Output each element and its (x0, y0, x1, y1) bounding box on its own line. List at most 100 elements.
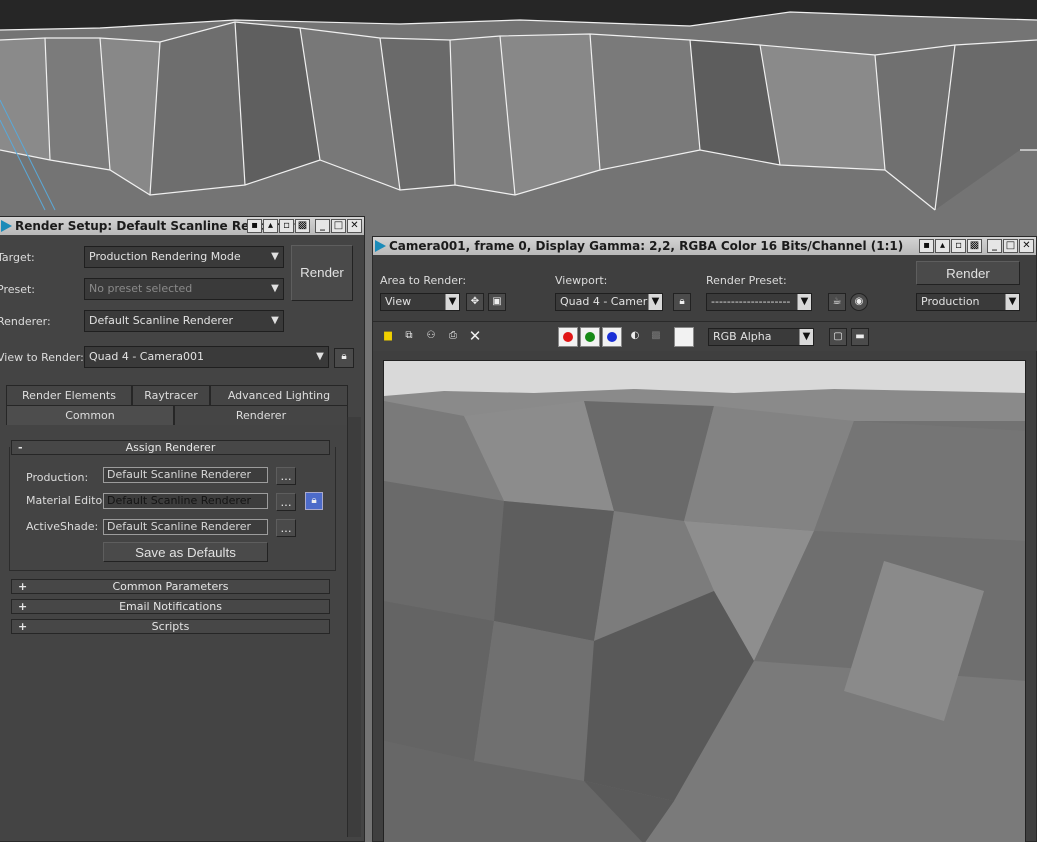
render-teapot-icon[interactable]: ☕︎ (828, 293, 846, 311)
common-parameters-title: Common Parameters (112, 580, 229, 593)
activeshade-browse-button[interactable]: ... (276, 519, 296, 537)
pin-icon[interactable]: ▪ (919, 239, 934, 253)
preset-label: Preset: (0, 283, 36, 296)
green-channel-icon (585, 332, 595, 342)
color-swatch[interactable] (674, 327, 694, 347)
green-channel-toggle[interactable] (580, 327, 600, 347)
options-icon[interactable]: ▩ (967, 239, 982, 253)
lock-icon[interactable]: 🔒︎ (673, 293, 691, 311)
chevron-down-icon: ▼ (271, 315, 279, 326)
chevron-down-icon: ▼ (1005, 294, 1019, 310)
red-channel-icon (563, 332, 573, 342)
minimize-icon[interactable]: _ (315, 219, 330, 233)
common-parameters-rollout[interactable]: + Common Parameters (11, 579, 330, 594)
tab-render-elements[interactable]: Render Elements (6, 385, 132, 405)
alpha-icon[interactable]: ◐ (626, 328, 644, 346)
render-setup-titlebar[interactable]: Render Setup: Default Scanline Renderer … (0, 217, 364, 235)
render-button[interactable]: Render (291, 245, 353, 301)
print-icon[interactable]: ⎙ (444, 328, 462, 346)
viewport-label: Viewport: (555, 274, 608, 287)
chevron-down-icon: ▼ (271, 251, 279, 262)
target-dropdown[interactable]: Production Rendering Mode ▼ (84, 246, 284, 268)
tab-advanced-lighting[interactable]: Advanced Lighting (210, 385, 348, 405)
production-label: Production: (26, 471, 89, 484)
maximize-icon[interactable]: □ (1003, 239, 1018, 253)
frame-window-title: Camera001, frame 0, Display Gamma: 2,2, … (389, 239, 904, 253)
tab-common[interactable]: Common (6, 405, 174, 425)
renderer-value: Default Scanline Renderer (89, 314, 233, 327)
email-notifications-title: Email Notifications (119, 600, 222, 613)
red-channel-toggle[interactable] (558, 327, 578, 347)
view-to-render-label: View to Render: (0, 351, 84, 364)
expand-icon: + (18, 580, 28, 593)
render-mode-value: Production (921, 295, 980, 308)
chevron-down-icon: ▼ (445, 294, 459, 310)
app-icon (375, 240, 386, 252)
rendered-image[interactable] (383, 360, 1026, 842)
float-icon[interactable]: ▫ (951, 239, 966, 253)
render-preset-label: Render Preset: (706, 274, 787, 287)
chevron-down-icon: ▼ (316, 351, 324, 362)
blue-channel-toggle[interactable] (602, 327, 622, 347)
activeshade-label: ActiveShade: (26, 520, 99, 533)
toggle-ui-icon[interactable]: ▬ (851, 328, 869, 346)
toggle-ui-overlay-icon[interactable]: ▢ (829, 328, 847, 346)
area-to-render-label: Area to Render: (380, 274, 467, 287)
pan-icon[interactable]: ✥ (466, 293, 484, 311)
lock-icon[interactable]: 🔒︎ (305, 492, 323, 510)
clone-icon[interactable]: ⚇ (422, 328, 440, 346)
save-as-defaults-button[interactable]: Save as Defaults (103, 542, 268, 562)
area-to-render-dropdown[interactable]: View ▼ (380, 293, 460, 311)
chevron-down-icon: ▼ (648, 294, 662, 310)
preset-value: No preset selected (89, 282, 193, 295)
float-icon[interactable]: ▫ (279, 219, 294, 233)
close-icon[interactable]: ✕ (1019, 239, 1034, 253)
lock-icon[interactable]: 🔒︎ (334, 348, 354, 368)
display-channel-value: RGB Alpha (713, 330, 772, 343)
material-editor-field[interactable]: Default Scanline Renderer (103, 493, 268, 509)
close-icon[interactable]: ✕ (347, 219, 362, 233)
minimize-icon[interactable]: _ (987, 239, 1002, 253)
viewport-dropdown[interactable]: Quad 4 - Camera0 ▼ (555, 293, 663, 311)
scripts-rollout[interactable]: + Scripts (11, 619, 330, 634)
frame-window-titlebar[interactable]: Camera001, frame 0, Display Gamma: 2,2, … (373, 237, 1036, 255)
renderer-dropdown[interactable]: Default Scanline Renderer ▼ (84, 310, 284, 332)
frame-render-button[interactable]: Render (916, 261, 1020, 285)
view-to-render-dropdown[interactable]: Quad 4 - Camera001 ▼ (84, 346, 329, 368)
material-editor-label: Material Editor: (26, 494, 111, 507)
preset-dropdown[interactable]: No preset selected ▼ (84, 278, 284, 300)
dock-top-icon[interactable]: ▴ (263, 219, 278, 233)
chevron-down-icon: ▼ (271, 283, 279, 294)
target-label: Target: (0, 251, 35, 264)
activeshade-field[interactable]: Default Scanline Renderer (103, 519, 268, 535)
email-notifications-rollout[interactable]: + Email Notifications (11, 599, 330, 614)
target-value: Production Rendering Mode (89, 250, 241, 263)
copy-icon[interactable]: ⧉ (400, 328, 418, 346)
environment-icon[interactable]: ◉ (850, 293, 868, 311)
dock-top-icon[interactable]: ▴ (935, 239, 950, 253)
tab-raytracer[interactable]: Raytracer (132, 385, 210, 405)
render-setup-window: Render Setup: Default Scanline Renderer … (0, 216, 365, 842)
save-icon[interactable]: ▆ (379, 328, 397, 346)
rollout-scrollbar[interactable] (347, 417, 361, 837)
viewport-value: Quad 4 - Camera0 (560, 295, 661, 308)
options-icon[interactable]: ▩ (295, 219, 310, 233)
render-mode-dropdown[interactable]: Production ▼ (916, 293, 1020, 311)
material-editor-browse-button[interactable]: ... (276, 493, 296, 511)
expand-icon: + (18, 620, 28, 633)
view-to-render-value: Quad 4 - Camera001 (89, 350, 204, 363)
maximize-icon[interactable]: □ (331, 219, 346, 233)
rendered-frame-window: Camera001, frame 0, Display Gamma: 2,2, … (372, 236, 1037, 842)
app-icon (1, 220, 12, 232)
display-channel-dropdown[interactable]: RGB Alpha ▼ (708, 328, 814, 346)
scripts-title: Scripts (151, 620, 190, 633)
pin-icon[interactable]: ▪ (247, 219, 262, 233)
blue-channel-icon (607, 332, 617, 342)
render-preset-dropdown[interactable]: -------------------- ▼ (706, 293, 812, 311)
production-field[interactable]: Default Scanline Renderer (103, 467, 268, 483)
region-icon[interactable]: ▣ (488, 293, 506, 311)
tab-renderer[interactable]: Renderer (174, 405, 348, 425)
monochrome-icon[interactable]: ▩ (647, 328, 665, 346)
clear-icon[interactable]: ✕ (466, 328, 484, 346)
production-browse-button[interactable]: ... (276, 467, 296, 485)
